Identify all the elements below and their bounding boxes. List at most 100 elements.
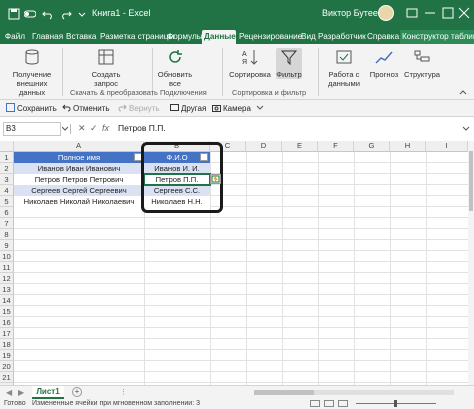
avatar[interactable] [378, 5, 394, 21]
column-header-f[interactable]: F [318, 141, 354, 152]
close-icon[interactable] [454, 4, 474, 22]
flash-fill-options-icon[interactable] [210, 174, 221, 184]
minimize-icon[interactable] [420, 4, 440, 22]
table-cell[interactable]: Сергеев Сергей Сергеевич [14, 185, 144, 196]
column-header-a[interactable]: A [14, 141, 144, 152]
qat-redo[interactable]: Вернуть [118, 103, 159, 113]
sheet-options-icon[interactable]: ⋮ [120, 388, 127, 396]
autosave-toggle-icon[interactable] [24, 8, 36, 20]
row-header[interactable]: 14 [0, 295, 14, 306]
tab-developer[interactable]: Разработчик [316, 30, 366, 44]
qat-more-icon[interactable] [256, 105, 264, 111]
cancel-icon[interactable]: ✕ [78, 123, 86, 134]
row-header[interactable]: 3 [0, 174, 14, 185]
tab-data[interactable]: Данные [202, 30, 236, 44]
refresh-icon [169, 50, 182, 63]
data-tools-button[interactable]: Работа с данными [322, 48, 366, 88]
confirm-icon[interactable]: ✓ [90, 123, 98, 134]
tab-view[interactable]: Вид [299, 30, 316, 44]
gridline [14, 217, 468, 218]
next-sheet-icon[interactable]: ▶ [18, 388, 24, 397]
row-header[interactable]: 6 [0, 207, 14, 218]
page-break-view-icon[interactable] [338, 400, 348, 407]
select-all-corner[interactable] [0, 141, 14, 152]
column-header-d[interactable]: D [246, 141, 282, 152]
column-header-h[interactable]: H [390, 141, 426, 152]
table-cell[interactable]: Иванов Иван Иванович [14, 163, 144, 174]
row-header[interactable]: 19 [0, 350, 14, 361]
user-name[interactable]: Виктор Бутеев [322, 8, 383, 18]
zoom-slider-thumb[interactable] [394, 400, 397, 407]
tab-insert[interactable]: Вставка [64, 30, 96, 44]
gridline [354, 152, 355, 385]
row-header[interactable]: 16 [0, 317, 14, 328]
row-header[interactable]: 4 [0, 185, 14, 196]
table-cell[interactable]: Николаев Николай Николаевич [14, 196, 144, 207]
normal-view-icon[interactable] [310, 400, 320, 407]
tab-page-layout[interactable]: Разметка страницы [98, 30, 174, 44]
window-title: Книга1 - Excel [92, 8, 151, 18]
qat-other-label: Другая [181, 104, 207, 113]
undo-icon [62, 104, 71, 112]
create-query-button[interactable]: Создать запрос [86, 48, 126, 88]
expand-formula-icon[interactable] [462, 126, 470, 132]
row-header[interactable]: 21 [0, 372, 14, 383]
save-icon[interactable] [8, 8, 20, 20]
column-header-g[interactable]: G [354, 141, 390, 152]
get-external-data-button[interactable]: Получение внешних данных [4, 48, 60, 97]
row-header[interactable]: 8 [0, 229, 14, 240]
ribbon-options-icon[interactable] [402, 4, 422, 22]
column-header-e[interactable]: E [282, 141, 318, 152]
qat-other[interactable]: Другая [170, 103, 206, 113]
tab-help[interactable]: Справка [365, 30, 399, 44]
qat-undo[interactable]: Отменить [62, 103, 110, 113]
sort-button[interactable]: AЯ Сортировка [228, 48, 272, 79]
name-box[interactable]: B3 [3, 122, 61, 136]
tab-home[interactable]: Главная [30, 30, 63, 44]
undo-icon[interactable] [42, 8, 54, 20]
formula-input[interactable]: Петров П.П. [118, 123, 166, 133]
collapse-ribbon-icon[interactable] [458, 88, 468, 96]
row-header[interactable]: 17 [0, 328, 14, 339]
row-header[interactable]: 12 [0, 273, 14, 284]
customize-toolbar-icon[interactable] [76, 8, 88, 20]
qat-save[interactable]: Сохранить [6, 103, 57, 113]
name-box-dropdown-icon[interactable] [62, 126, 68, 131]
tab-review[interactable]: Рецензирование [237, 30, 302, 44]
table-cell[interactable]: Петров Петров Петрович [14, 174, 144, 185]
filter-button[interactable]: Фильтр [276, 48, 302, 79]
refresh-all-button[interactable]: Обновить все [156, 48, 194, 88]
horizontal-scrollbar[interactable] [254, 390, 454, 395]
prev-sheet-icon[interactable]: ◀ [6, 388, 12, 397]
row-header[interactable]: 1 [0, 152, 14, 163]
column-header-i[interactable]: I [426, 141, 468, 152]
tab-file[interactable]: Файл [2, 30, 28, 44]
add-sheet-icon[interactable]: + [72, 387, 82, 397]
data-tools-label-2: данными [328, 79, 360, 88]
row-header[interactable]: 7 [0, 218, 14, 229]
function-icon[interactable]: fx [102, 123, 109, 133]
page-layout-view-icon[interactable] [324, 400, 334, 407]
tab-table-design[interactable]: Конструктор таблиц [400, 30, 474, 44]
sheet-tab[interactable]: Лист1 [32, 386, 64, 399]
redo-icon[interactable] [60, 8, 72, 20]
row-header[interactable]: 13 [0, 284, 14, 295]
vertical-scrollbar[interactable] [468, 141, 474, 385]
row-header[interactable]: 5 [0, 196, 14, 207]
row-header[interactable]: 20 [0, 361, 14, 372]
worksheet-grid[interactable]: A B C D E F G H I 1 2 3 4 5 6 7 8 9 10 11 12 13 14 15 1… [0, 141, 468, 385]
scroll-thumb[interactable] [254, 390, 314, 395]
row-header[interactable]: 11 [0, 262, 14, 273]
row-header[interactable]: 9 [0, 240, 14, 251]
outline-button[interactable]: Структура [402, 48, 442, 79]
table-header-full-name[interactable]: Полное имя [14, 152, 144, 163]
scroll-thumb[interactable] [469, 151, 473, 211]
forecast-button[interactable]: Прогноз [366, 48, 402, 79]
gridline [14, 371, 468, 372]
qat-camera[interactable]: Камера [212, 103, 251, 113]
tab-formulas[interactable]: Формулы [165, 30, 203, 44]
row-header[interactable]: 18 [0, 339, 14, 350]
row-header[interactable]: 2 [0, 163, 14, 174]
row-header[interactable]: 10 [0, 251, 14, 262]
row-header[interactable]: 15 [0, 306, 14, 317]
